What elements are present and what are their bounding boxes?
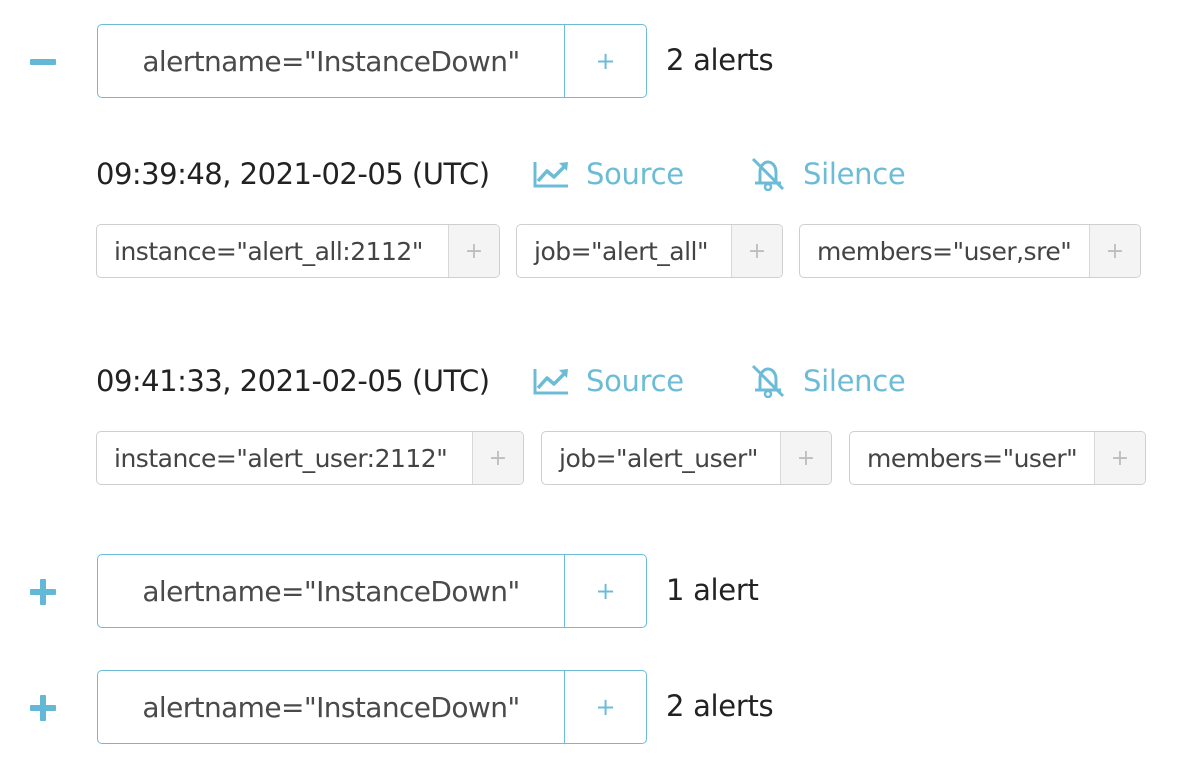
alert-timestamp: 09:39:48, 2021-02-05 (UTC) (96, 157, 490, 191)
chart-line-icon (533, 369, 568, 395)
alert-item: 09:39:48, 2021-02-05 (UTC) Source Silenc… (96, 157, 1156, 278)
minus-icon (30, 59, 56, 65)
alert-count: 2 alerts (666, 689, 774, 723)
add-label-filter-button[interactable]: + (448, 225, 499, 277)
label-chip: instance="alert_user:2112" + (96, 431, 524, 485)
label-chip: job="alert_all" + (516, 224, 783, 278)
group-label-filter: alertname="InstanceDown" + (97, 670, 647, 744)
collapse-group-button[interactable] (28, 46, 60, 78)
silence-link-label: Silence (803, 157, 906, 191)
source-link-label: Source (586, 157, 684, 191)
alert-group: alertname="InstanceDown" + 2 alerts (0, 24, 900, 100)
silence-link-label: Silence (803, 364, 906, 398)
label-chip: job="alert_user" + (541, 431, 832, 485)
bell-slash-icon (751, 157, 785, 191)
alert-count: 2 alerts (666, 43, 774, 77)
label-chip: instance="alert_all:2112" + (96, 224, 500, 278)
group-label-text[interactable]: alertname="InstanceDown" (98, 671, 564, 743)
alert-group: alertname="InstanceDown" + 2 alerts (0, 670, 900, 746)
add-label-filter-button[interactable]: + (731, 225, 782, 277)
add-filter-button[interactable]: + (564, 671, 646, 743)
silence-link[interactable]: Silence (749, 157, 906, 191)
chart-line-icon (533, 162, 568, 188)
add-label-filter-button[interactable]: + (472, 432, 523, 484)
add-filter-button[interactable]: + (564, 555, 646, 627)
group-label-text[interactable]: alertname="InstanceDown" (98, 25, 564, 97)
label-chip-text[interactable]: job="alert_all" (517, 225, 731, 277)
source-link[interactable]: Source (532, 157, 684, 191)
source-link[interactable]: Source (532, 364, 684, 398)
silence-link[interactable]: Silence (749, 364, 906, 398)
label-chip: members="user" + (849, 431, 1146, 485)
label-chip-text[interactable]: job="alert_user" (542, 432, 780, 484)
add-label-filter-button[interactable]: + (780, 432, 831, 484)
label-chip-text[interactable]: instance="alert_user:2112" (97, 432, 472, 484)
add-label-filter-button[interactable]: + (1094, 432, 1145, 484)
label-chip-text[interactable]: members="user,sre" (800, 225, 1089, 277)
alert-item: 09:41:33, 2021-02-05 (UTC) Source Silenc… (96, 364, 1156, 485)
add-filter-button[interactable]: + (564, 25, 646, 97)
add-label-filter-button[interactable]: + (1089, 225, 1140, 277)
expand-group-button[interactable] (28, 576, 60, 608)
group-label-filter: alertname="InstanceDown" + (97, 554, 647, 628)
label-chip-text[interactable]: members="user" (850, 432, 1094, 484)
label-chip: members="user,sre" + (799, 224, 1141, 278)
alert-count: 1 alert (666, 573, 759, 607)
expand-group-button[interactable] (28, 692, 60, 724)
source-link-label: Source (586, 364, 684, 398)
group-label-text[interactable]: alertname="InstanceDown" (98, 555, 564, 627)
alert-group: alertname="InstanceDown" + 1 alert (0, 554, 900, 630)
group-label-filter: alertname="InstanceDown" + (97, 24, 647, 98)
bell-slash-icon (751, 364, 785, 398)
label-chip-text[interactable]: instance="alert_all:2112" (97, 225, 448, 277)
alert-timestamp: 09:41:33, 2021-02-05 (UTC) (96, 364, 490, 398)
